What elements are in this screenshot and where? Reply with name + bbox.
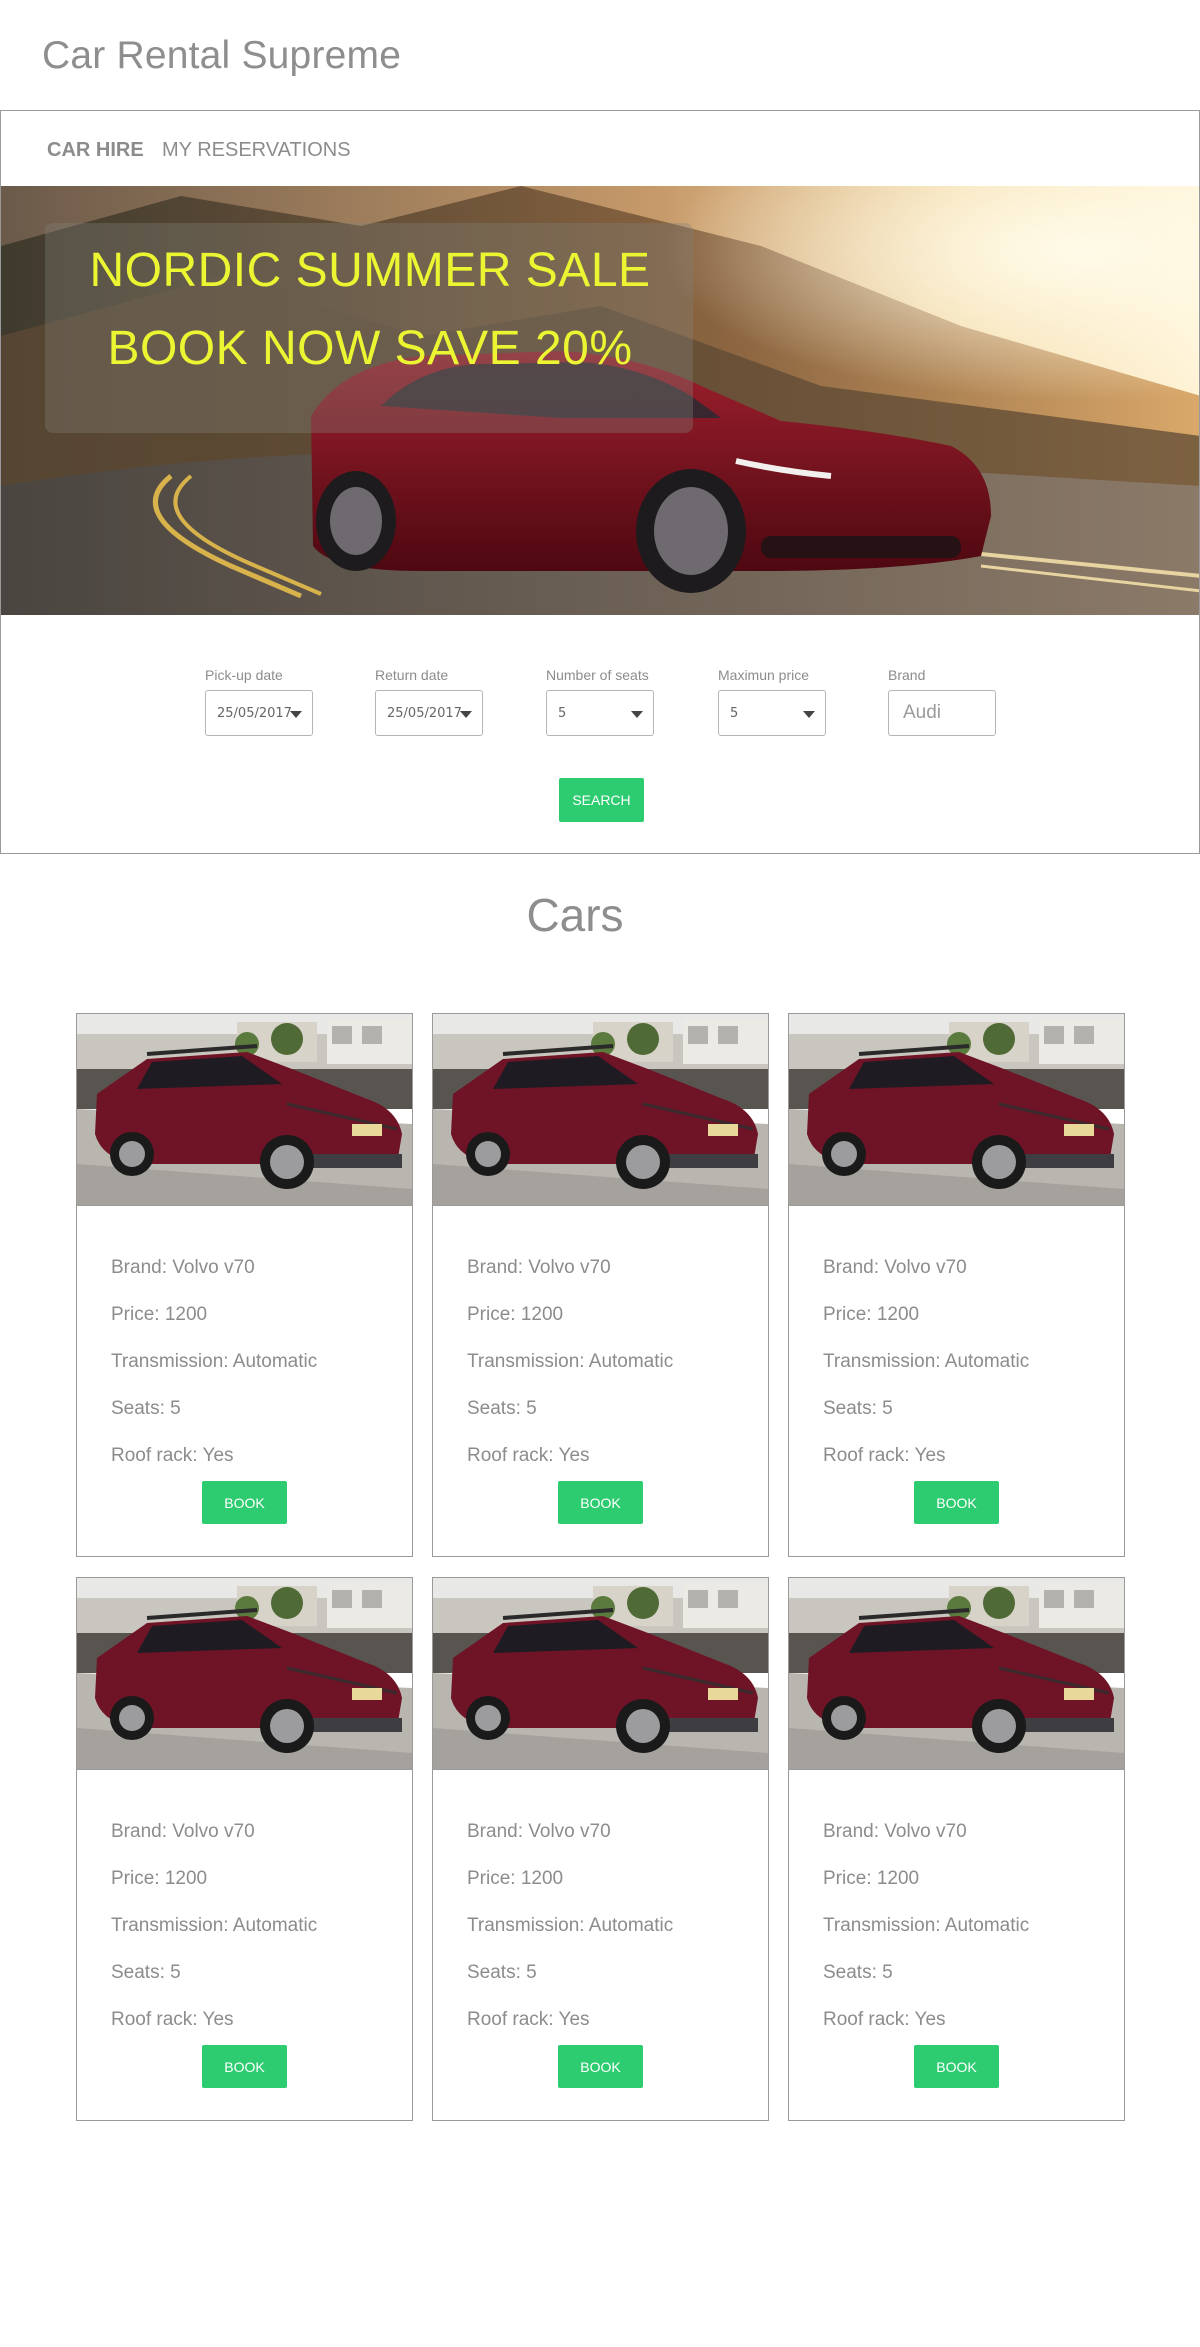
book-button[interactable]: BOOK [202,1481,287,1524]
seats-select[interactable]: 5 [546,690,654,736]
hero-banner: NORDIC SUMMER SALE BOOK NOW SAVE 20% [0,186,1200,616]
car-price-text: Price: 1200 [467,1304,564,1325]
pickup-date-field: Pick-up date 25/05/2017 [205,667,313,736]
return-date-label: Return date [375,667,449,683]
car-info: Brand: Volvo v70 Price: 1200 Transmission:… [111,1244,317,1479]
car-transmission-text: Transmission: Automatic [111,1351,318,1372]
car-brand-text: Brand: Volvo v70 [111,1257,255,1278]
search-button[interactable]: SEARCH [559,778,644,822]
car-info: Brand: Volvo v70 Price: 1200 Transmission:… [111,1808,317,2043]
return-date-select[interactable]: 25/05/2017 [375,690,483,736]
car-card: Brand: Volvo v70 Price: 1200 Transmission:… [432,1013,769,1557]
nav-item-my-reservations[interactable]: MY RESERVATIONS [162,139,351,162]
car-roof-rack-text: Roof rack: Yes [823,1445,946,1466]
car-price-text: Price: 1200 [111,1304,208,1325]
car-card: Brand: Volvo v70 Price: 1200 Transmission:… [76,1577,413,2121]
book-button[interactable]: BOOK [558,1481,643,1524]
car-transmission-text: Transmission: Automatic [823,1351,1030,1372]
car-card: Brand: Volvo v70 Price: 1200 Transmission:… [76,1013,413,1557]
car-price-text: Price: 1200 [467,1868,564,1889]
caret-down-icon [803,711,815,718]
cars-section-title: Cars [526,889,624,941]
brand-input[interactable] [888,690,996,736]
car-transmission-text: Transmission: Automatic [111,1915,318,1936]
car-photo [433,1014,768,1206]
site-title: Car Rental Supreme [42,34,402,77]
car-roof-rack-text: Roof rack: Yes [111,1445,234,1466]
return-date-value: 25/05/2017 [387,706,462,721]
car-brand-text: Brand: Volvo v70 [111,1821,255,1842]
car-info: Brand: Volvo v70 Price: 1200 Transmission:… [823,1808,1029,2043]
car-seats-text: Seats: 5 [823,1398,893,1419]
car-seats-text: Seats: 5 [467,1398,537,1419]
car-card: Brand: Volvo v70 Price: 1200 Transmission:… [432,1577,769,2121]
promo-headline: NORDIC SUMMER SALE [89,244,651,297]
max-price-select[interactable]: 5 [718,690,826,736]
pickup-date-select[interactable]: 25/05/2017 [205,690,313,736]
pickup-date-label: Pick-up date [205,667,283,683]
caret-down-icon [460,711,472,718]
max-price-value: 5 [730,706,739,721]
max-price-field: Maximun price 5 [718,667,826,736]
promo-subheadline: BOOK NOW SAVE 20% [107,322,633,375]
book-button[interactable]: BOOK [558,2045,643,2088]
max-price-label: Maximun price [718,667,810,683]
car-info: Brand: Volvo v70 Price: 1200 Transmission:… [823,1244,1029,1479]
car-brand-text: Brand: Volvo v70 [823,1257,967,1278]
return-date-field: Return date 25/05/2017 [375,667,483,736]
car-roof-rack-text: Roof rack: Yes [823,2009,946,2030]
car-transmission-text: Transmission: Automatic [823,1915,1030,1936]
car-roof-rack-text: Roof rack: Yes [467,2009,590,2030]
car-brand-text: Brand: Volvo v70 [823,1821,967,1842]
car-seats-text: Seats: 5 [823,1962,893,1983]
caret-down-icon [631,711,643,718]
seats-label: Number of seats [546,667,649,683]
car-photo [77,1578,412,1770]
car-seats-text: Seats: 5 [467,1962,537,1983]
car-card: Brand: Volvo v70 Price: 1200 Transmission:… [788,1013,1125,1557]
car-photo [433,1578,768,1770]
car-info: Brand: Volvo v70 Price: 1200 Transmission:… [467,1808,673,2043]
book-button[interactable]: BOOK [914,1481,999,1524]
brand-label: Brand [888,667,926,683]
car-seats-text: Seats: 5 [111,1398,181,1419]
brand-field: Brand [888,667,996,736]
car-transmission-text: Transmission: Automatic [467,1915,674,1936]
car-roof-rack-text: Roof rack: Yes [467,1445,590,1466]
seats-field: Number of seats 5 [546,667,654,736]
car-photo [789,1014,1124,1206]
car-price-text: Price: 1200 [823,1868,920,1889]
book-button[interactable]: BOOK [914,2045,999,2088]
car-photo [789,1578,1124,1770]
car-brand-text: Brand: Volvo v70 [467,1821,611,1842]
main-nav: CAR HIRE MY RESERVATIONS [0,110,1200,187]
car-brand-text: Brand: Volvo v70 [467,1257,611,1278]
caret-down-icon [290,711,302,718]
car-seats-text: Seats: 5 [111,1962,181,1983]
nav-item-car-hire[interactable]: CAR HIRE [47,139,144,162]
car-transmission-text: Transmission: Automatic [467,1351,674,1372]
car-roof-rack-text: Roof rack: Yes [111,2009,234,2030]
car-price-text: Price: 1200 [823,1304,920,1325]
search-panel: Pick-up date 25/05/2017 Return date 25/0… [0,615,1200,854]
pickup-date-value: 25/05/2017 [217,706,292,721]
car-photo [77,1014,412,1206]
car-price-text: Price: 1200 [111,1868,208,1889]
car-info: Brand: Volvo v70 Price: 1200 Transmission:… [467,1244,673,1479]
seats-value: 5 [558,706,567,721]
book-button[interactable]: BOOK [202,2045,287,2088]
car-card: Brand: Volvo v70 Price: 1200 Transmission:… [788,1577,1125,2121]
